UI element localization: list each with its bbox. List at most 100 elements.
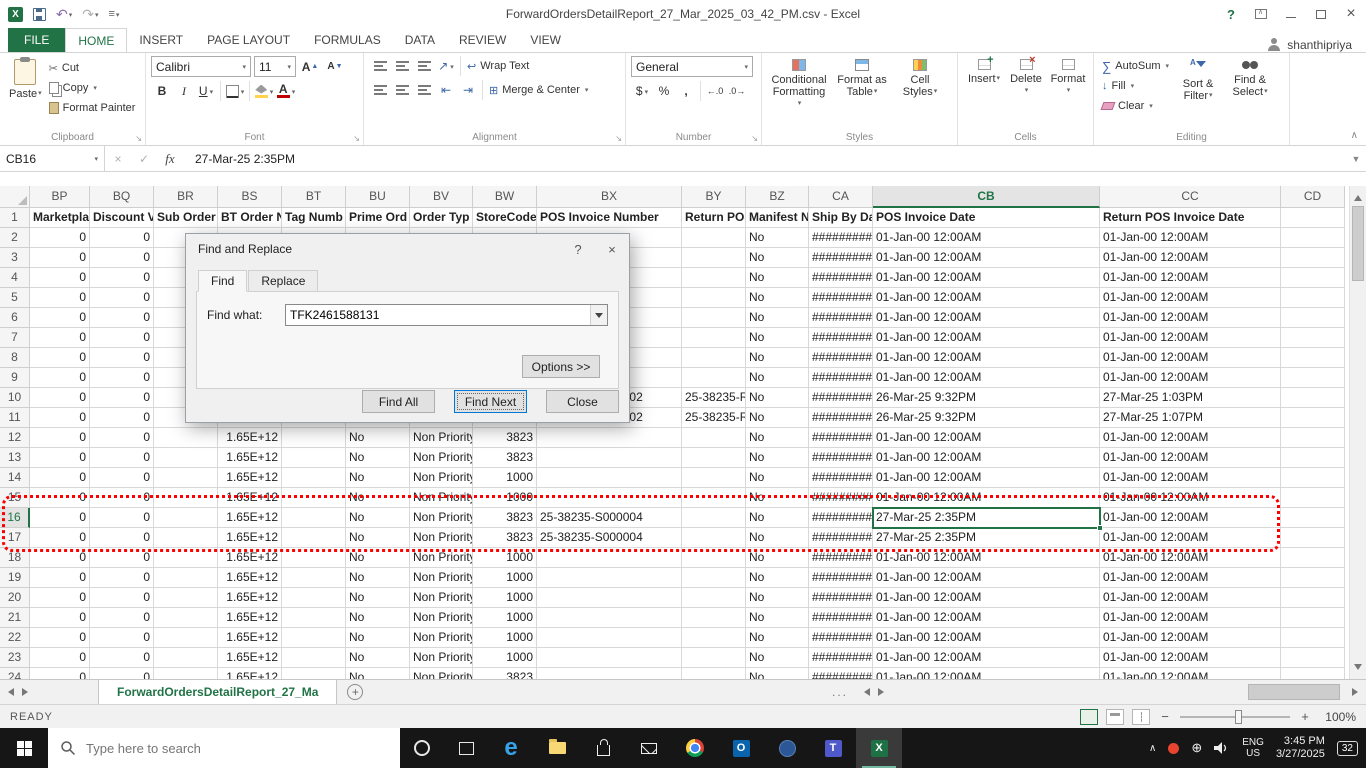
cell-BP20[interactable]: 0: [30, 588, 90, 608]
zoom-slider[interactable]: [1180, 709, 1290, 724]
cell-BY20[interactable]: [682, 588, 746, 608]
cell-CC24[interactable]: 01-Jan-00 12:00AM: [1100, 668, 1281, 679]
cell-BV24[interactable]: Non Priority: [410, 668, 473, 679]
ribbon-tab-home[interactable]: HOME: [65, 28, 128, 52]
cell-BZ24[interactable]: No: [746, 668, 809, 679]
cell-BW19[interactable]: 1000: [473, 568, 537, 588]
cell-CC6[interactable]: 01-Jan-00 12:00AM: [1100, 308, 1281, 328]
borders-button[interactable]: [224, 81, 246, 101]
cell-CB6[interactable]: 01-Jan-00 12:00AM: [873, 308, 1100, 328]
maximize-button[interactable]: [1306, 1, 1336, 28]
cell-CD23[interactable]: [1281, 648, 1345, 668]
column-header-BP[interactable]: BP: [30, 186, 90, 208]
align-bottom-button[interactable]: [413, 56, 435, 76]
taskbar-app-mail[interactable]: [626, 728, 672, 768]
tab-replace[interactable]: Replace: [248, 270, 319, 292]
dialog-help-button[interactable]: ?: [561, 234, 595, 264]
row-header-19[interactable]: 19: [0, 568, 30, 588]
cell-CC22[interactable]: 01-Jan-00 12:00AM: [1100, 628, 1281, 648]
cell-BY5[interactable]: [682, 288, 746, 308]
cell-BP14[interactable]: 0: [30, 468, 90, 488]
clipboard-dialog-launcher[interactable]: [135, 134, 142, 143]
shrink-font-button[interactable]: A ▼: [324, 57, 346, 77]
column-header-BR[interactable]: BR: [154, 186, 218, 208]
cell-BP1[interactable]: Marketpla: [30, 208, 90, 228]
cell-CC23[interactable]: 01-Jan-00 12:00AM: [1100, 648, 1281, 668]
cell-styles-button[interactable]: Cell Styles: [893, 56, 947, 101]
cell-BS23[interactable]: 1.65E+12: [218, 648, 282, 668]
cell-CA2[interactable]: #########: [809, 228, 873, 248]
cell-BR14[interactable]: [154, 468, 218, 488]
cell-CB20[interactable]: 01-Jan-00 12:00AM: [873, 588, 1100, 608]
cell-BY23[interactable]: [682, 648, 746, 668]
cell-CC4[interactable]: 01-Jan-00 12:00AM: [1100, 268, 1281, 288]
column-header-BQ[interactable]: BQ: [90, 186, 154, 208]
cell-BV19[interactable]: Non Priority: [410, 568, 473, 588]
row-header-9[interactable]: 9: [0, 368, 30, 388]
column-header-BX[interactable]: BX: [537, 186, 682, 208]
align-left-button[interactable]: [369, 80, 391, 100]
cell-BR1[interactable]: Sub Order: [154, 208, 218, 228]
find-what-combo[interactable]: [285, 304, 608, 326]
cell-CC20[interactable]: 01-Jan-00 12:00AM: [1100, 588, 1281, 608]
cell-BP7[interactable]: 0: [30, 328, 90, 348]
column-header-CA[interactable]: CA: [809, 186, 873, 208]
cell-BW20[interactable]: 1000: [473, 588, 537, 608]
cell-BY19[interactable]: [682, 568, 746, 588]
cell-BY1[interactable]: Return POS: [682, 208, 746, 228]
cell-CB14[interactable]: 01-Jan-00 12:00AM: [873, 468, 1100, 488]
cell-BP19[interactable]: 0: [30, 568, 90, 588]
ribbon-tab-review[interactable]: REVIEW: [447, 28, 518, 52]
cell-BX19[interactable]: [537, 568, 682, 588]
wrap-text-button[interactable]: Wrap Text: [464, 56, 532, 76]
cell-BP11[interactable]: 0: [30, 408, 90, 428]
cell-BY22[interactable]: [682, 628, 746, 648]
cell-CB21[interactable]: 01-Jan-00 12:00AM: [873, 608, 1100, 628]
signed-in-user[interactable]: shanthipriya: [1267, 38, 1366, 52]
column-header-BY[interactable]: BY: [682, 186, 746, 208]
cell-BS19[interactable]: 1.65E+12: [218, 568, 282, 588]
cell-BX21[interactable]: [537, 608, 682, 628]
redo-dropdown-icon[interactable]: [94, 6, 99, 22]
row-header-8[interactable]: 8: [0, 348, 30, 368]
cell-BU20[interactable]: No: [346, 588, 410, 608]
cell-BX22[interactable]: [537, 628, 682, 648]
alignment-dialog-launcher[interactable]: [615, 134, 622, 143]
cell-CC12[interactable]: 01-Jan-00 12:00AM: [1100, 428, 1281, 448]
network-icon[interactable]: ⊕: [1191, 740, 1202, 756]
cell-BY13[interactable]: [682, 448, 746, 468]
dialog-title-bar[interactable]: Find and Replace ? ×: [186, 234, 629, 264]
italic-button[interactable]: I: [173, 81, 195, 101]
cell-CD4[interactable]: [1281, 268, 1345, 288]
cell-BZ21[interactable]: No: [746, 608, 809, 628]
cell-BQ21[interactable]: 0: [90, 608, 154, 628]
start-button[interactable]: [0, 728, 48, 768]
find-next-button[interactable]: Find Next: [454, 390, 527, 413]
cell-BR22[interactable]: [154, 628, 218, 648]
cell-BW13[interactable]: 3823: [473, 448, 537, 468]
cell-BW22[interactable]: 1000: [473, 628, 537, 648]
cell-CA6[interactable]: #########: [809, 308, 873, 328]
cell-BQ24[interactable]: 0: [90, 668, 154, 679]
cell-BR13[interactable]: [154, 448, 218, 468]
cell-BS24[interactable]: 1.65E+12: [218, 668, 282, 679]
close-dialog-button[interactable]: Close: [546, 390, 619, 413]
taskbar-app-teams[interactable]: T: [810, 728, 856, 768]
cell-BQ2[interactable]: 0: [90, 228, 154, 248]
find-what-input[interactable]: [286, 305, 590, 325]
cell-BT19[interactable]: [282, 568, 346, 588]
row-header-13[interactable]: 13: [0, 448, 30, 468]
cell-BQ5[interactable]: 0: [90, 288, 154, 308]
row-header-5[interactable]: 5: [0, 288, 30, 308]
cell-BQ14[interactable]: 0: [90, 468, 154, 488]
cell-BS20[interactable]: 1.65E+12: [218, 588, 282, 608]
font-name-combo[interactable]: Calibri: [151, 56, 251, 77]
cell-BY24[interactable]: [682, 668, 746, 679]
row-header-10[interactable]: 10: [0, 388, 30, 408]
taskbar-clock[interactable]: 3:45 PM 3/27/2025: [1276, 735, 1325, 761]
cell-BZ4[interactable]: No: [746, 268, 809, 288]
cell-BP12[interactable]: 0: [30, 428, 90, 448]
cell-CA14[interactable]: #########: [809, 468, 873, 488]
column-header-BT[interactable]: BT: [282, 186, 346, 208]
cell-BV22[interactable]: Non Priority: [410, 628, 473, 648]
